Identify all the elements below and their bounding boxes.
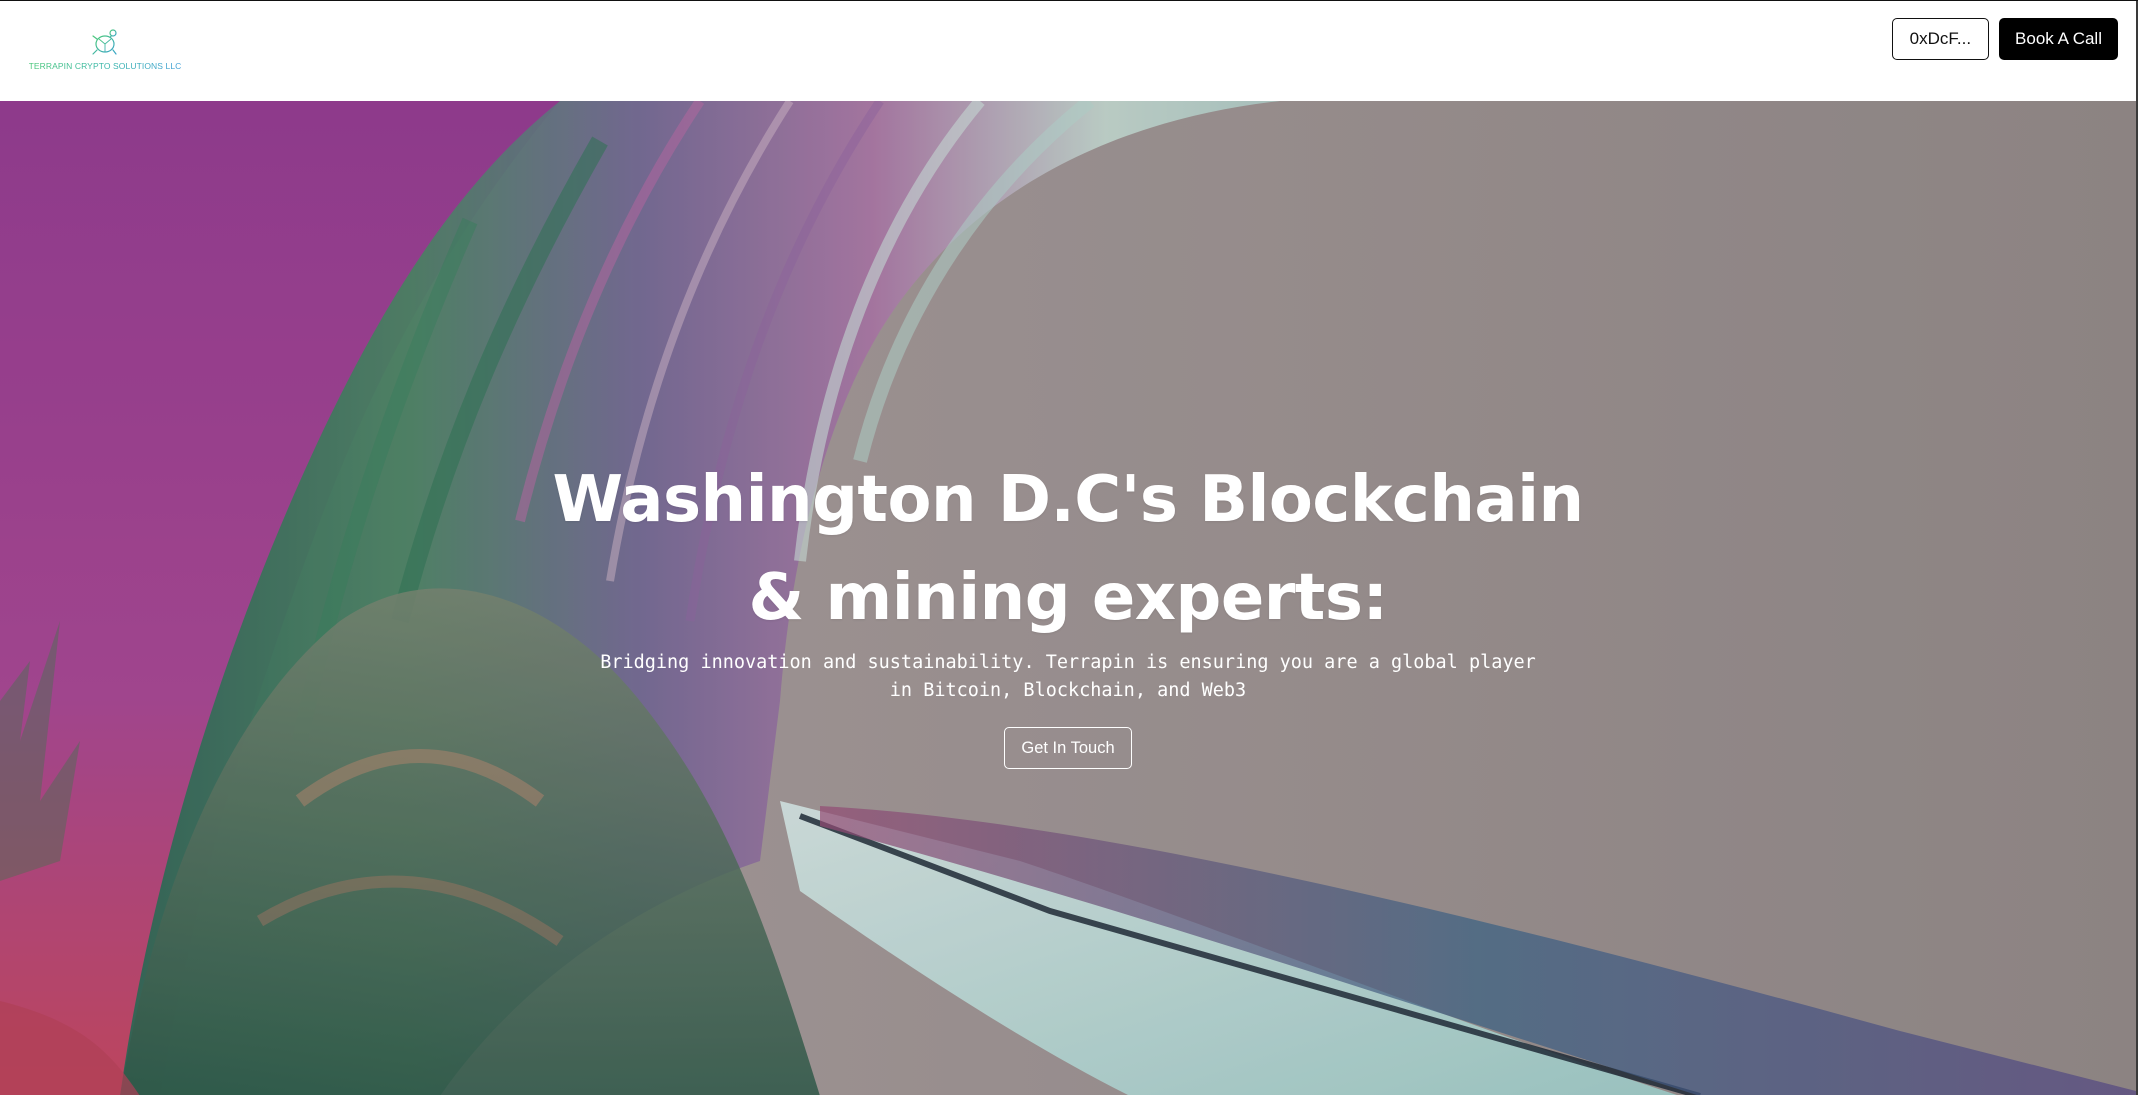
hero-title-line-1: Washington D.C's Blockchain: [552, 463, 1584, 537]
header-actions: 0xDcF... Book A Call: [1891, 18, 2118, 60]
hero-title-line-2: & mining experts:: [748, 561, 1388, 635]
page: TERRAPIN CRYPTO SOLUTIONS LLC 0xDcF... B…: [0, 0, 2138, 1095]
logo[interactable]: TERRAPIN CRYPTO SOLUTIONS LLC: [28, 27, 182, 77]
book-call-button[interactable]: Book A Call: [1999, 18, 2118, 60]
wallet-button[interactable]: 0xDcF...: [1891, 18, 1990, 60]
hero-section: Washington D.C's Blockchain & mining exp…: [0, 101, 2136, 1095]
turtle-icon: [92, 29, 117, 55]
hero-title: Washington D.C's Blockchain & mining exp…: [0, 451, 2136, 647]
site-header: TERRAPIN CRYPTO SOLUTIONS LLC 0xDcF... B…: [0, 1, 2136, 101]
logo-text: TERRAPIN CRYPTO SOLUTIONS LLC: [28, 61, 182, 71]
get-in-touch-button[interactable]: Get In Touch: [1004, 727, 1132, 769]
hero-content: Washington D.C's Blockchain & mining exp…: [0, 451, 2136, 769]
hero-subtitle: Bridging innovation and sustainability. …: [600, 652, 1536, 701]
